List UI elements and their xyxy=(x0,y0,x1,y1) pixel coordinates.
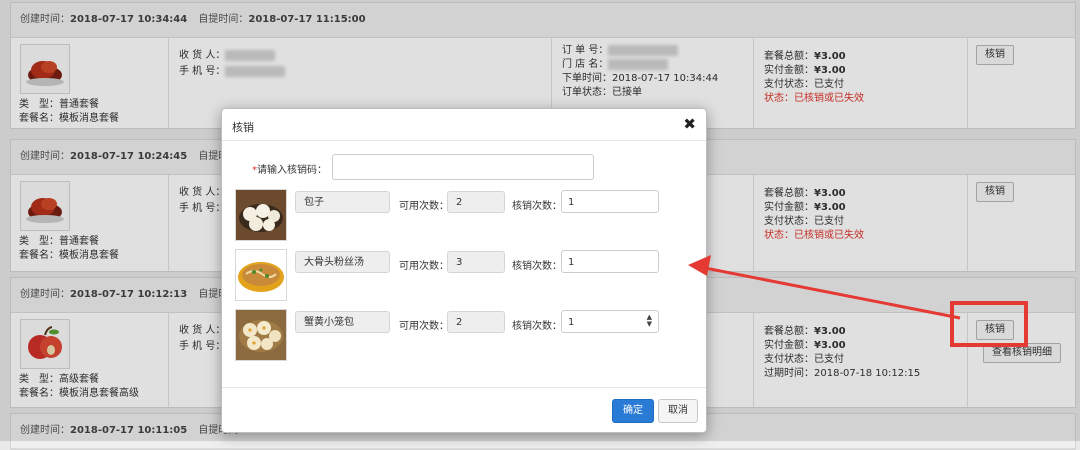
order-list-page: 创建时间：2018-07-17 10:34:44 自提时间：2018-07-17… xyxy=(0,0,1080,450)
annotation-arrow xyxy=(688,255,961,320)
annotation-highlight-box xyxy=(950,301,1028,347)
